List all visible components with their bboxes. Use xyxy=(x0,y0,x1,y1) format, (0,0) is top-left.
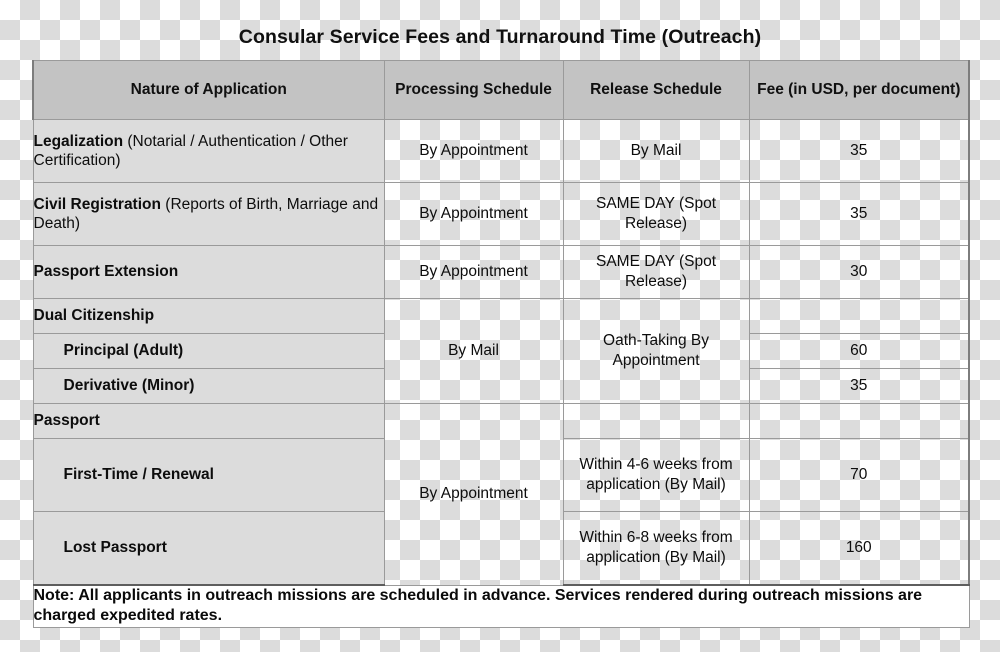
cell-release-civil-registration: SAME DAY (Spot Release) xyxy=(562,182,750,246)
cell-release-passport-extension: SAME DAY (Spot Release) xyxy=(562,245,750,299)
cell-nature-derivative-minor: Derivative (Minor) xyxy=(32,368,385,404)
cell-processing-passport-extension: By Appointment xyxy=(383,245,564,299)
table-row-legalization: Legalization (Notarial / Authentication … xyxy=(32,119,970,183)
cell-processing-civil-registration: By Appointment xyxy=(383,182,564,246)
table-row-passport-section: Passport By Appointment xyxy=(32,403,970,586)
civil-registration-name: Civil Registration xyxy=(33,195,161,213)
table-note: Note: All applicants in outreach mission… xyxy=(32,584,970,628)
cell-processing-dual-citizenship: By Mail xyxy=(383,298,564,404)
cell-fee-passport-blank xyxy=(748,403,970,439)
table-row-civil-registration: Civil Registration (Reports of Birth, Ma… xyxy=(32,182,970,246)
cell-processing-legalization: By Appointment xyxy=(383,119,564,183)
consular-fees-table: Nature of Application Processing Schedul… xyxy=(32,60,970,628)
table-body: Legalization (Notarial / Authentication … xyxy=(32,119,970,628)
cell-nature-lost-passport: Lost Passport xyxy=(32,511,385,586)
table-row-note: Note: All applicants in outreach mission… xyxy=(32,584,970,628)
cell-nature-civil-registration: Civil Registration (Reports of Birth, Ma… xyxy=(32,182,385,246)
cell-fee-civil-registration: 35 xyxy=(748,182,970,246)
page-title: Consular Service Fees and Turnaround Tim… xyxy=(238,26,762,48)
cell-nature-legalization: Legalization (Notarial / Authentication … xyxy=(32,119,385,183)
column-header-nature-of-application: Nature of Application xyxy=(32,60,385,120)
table-header: Nature of Application Processing Schedul… xyxy=(32,60,970,120)
cell-fee-first-time-renewal: 70 xyxy=(748,438,970,512)
legalization-name: Legalization xyxy=(33,132,124,150)
cell-fee-legalization: 35 xyxy=(748,119,970,183)
cell-release-dual-citizenship: Oath-Taking By Appointment xyxy=(562,298,750,404)
cell-fee-principal-adult: 60 xyxy=(748,333,970,369)
cell-release-passport-blank xyxy=(562,403,750,439)
table-row-dual-citizenship: Dual Citizenship By Mail Oath-Taking By … xyxy=(32,298,970,404)
cell-release-lost-passport: Within 6-8 weeks from application (By Ma… xyxy=(562,511,750,586)
column-header-fee: Fee (in USD, per document) xyxy=(748,60,970,120)
cell-fee-passport-extension: 30 xyxy=(748,245,970,299)
fees-table-container: Nature of Application Processing Schedul… xyxy=(32,60,970,628)
cell-release-legalization: By Mail xyxy=(562,119,750,183)
cell-processing-passport: By Appointment xyxy=(383,403,564,586)
cell-fee-lost-passport: 160 xyxy=(748,511,970,586)
cell-nature-passport-section: Passport xyxy=(32,403,385,439)
cell-release-first-time-renewal: Within 4-6 weeks from application (By Ma… xyxy=(562,438,750,512)
cell-fee-dual-citizenship-blank xyxy=(748,298,970,334)
cell-fee-derivative-minor: 35 xyxy=(748,368,970,404)
column-header-processing-schedule: Processing Schedule xyxy=(383,60,564,120)
cell-nature-first-time-renewal: First-Time / Renewal xyxy=(32,438,385,512)
cell-nature-principal-adult: Principal (Adult) xyxy=(32,333,385,369)
cell-nature-passport-extension: Passport Extension xyxy=(32,245,385,299)
column-header-release-schedule: Release Schedule xyxy=(562,60,750,120)
header-row: Nature of Application Processing Schedul… xyxy=(32,60,970,120)
cell-nature-dual-citizenship: Dual Citizenship xyxy=(32,298,385,334)
table-row-passport-extension: Passport Extension By Appointment SAME D… xyxy=(32,245,970,299)
